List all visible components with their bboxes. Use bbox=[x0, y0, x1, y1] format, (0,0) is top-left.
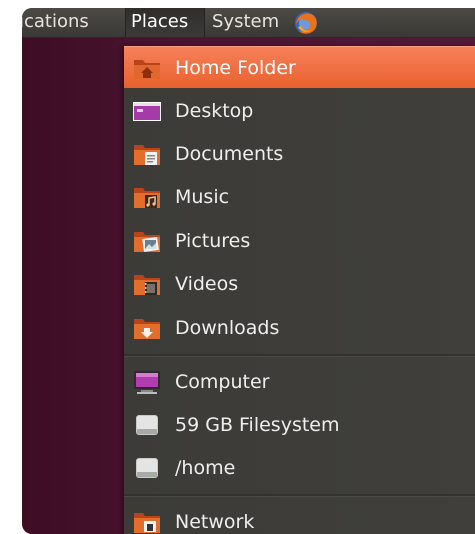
menu-item-pictures[interactable]: Pictures bbox=[124, 220, 475, 262]
menu-item-label: Music bbox=[175, 186, 230, 208]
menu-item-label: Desktop bbox=[175, 100, 254, 122]
menu-item-label: Pictures bbox=[175, 230, 251, 252]
computer-icon bbox=[132, 369, 162, 395]
applications-menu-label: lications bbox=[22, 11, 89, 32]
menu-item-music[interactable]: Music bbox=[124, 176, 475, 218]
menu-item-home-folder[interactable]: Home Folder bbox=[124, 46, 475, 88]
menu-item-documents[interactable]: Documents bbox=[124, 133, 475, 175]
menu-item-label: Downloads bbox=[175, 317, 280, 339]
menu-item-downloads[interactable]: Downloads bbox=[124, 307, 475, 349]
system-menu[interactable]: System bbox=[212, 8, 279, 37]
applications-menu[interactable]: lications bbox=[22, 8, 89, 37]
menu-item-desktop[interactable]: Desktop bbox=[124, 90, 475, 132]
menu-item-computer[interactable]: Computer bbox=[124, 361, 475, 403]
menu-item-59gb-filesystem[interactable]: 59 GB Filesystem bbox=[124, 404, 475, 446]
pictures-folder-icon bbox=[132, 228, 162, 254]
menu-item-label: Network bbox=[175, 511, 255, 533]
menu-item-label: Documents bbox=[175, 143, 284, 165]
drive-icon bbox=[132, 412, 162, 438]
videos-folder-icon bbox=[132, 271, 162, 297]
places-menu[interactable]: Places bbox=[125, 8, 205, 37]
screen-frame: lications Places System bbox=[22, 8, 475, 534]
desktop-icon bbox=[132, 98, 162, 124]
places-dropdown-menu: Home Folder Desktop Documents Music Pict… bbox=[124, 46, 475, 534]
firefox-icon[interactable] bbox=[294, 11, 318, 35]
menu-separator bbox=[124, 354, 475, 357]
downloads-folder-icon bbox=[132, 315, 162, 341]
menu-item-label: Home Folder bbox=[175, 57, 296, 79]
menu-item-home-drive[interactable]: /home bbox=[124, 447, 475, 489]
network-folder-icon bbox=[132, 509, 162, 534]
music-folder-icon bbox=[132, 184, 162, 210]
menu-item-label: 59 GB Filesystem bbox=[175, 414, 340, 436]
top-panel: lications Places System bbox=[22, 8, 475, 38]
menu-item-label: Computer bbox=[175, 371, 270, 393]
system-menu-label: System bbox=[212, 11, 280, 32]
menu-separator bbox=[124, 494, 475, 497]
menu-item-videos[interactable]: Videos bbox=[124, 263, 475, 305]
menu-item-network[interactable]: Network bbox=[124, 501, 475, 534]
drive-icon bbox=[132, 455, 162, 481]
documents-folder-icon bbox=[132, 141, 162, 167]
places-menu-label: Places bbox=[131, 11, 189, 32]
menu-item-label: /home bbox=[175, 457, 236, 479]
menu-item-label: Videos bbox=[175, 273, 239, 295]
home-folder-icon bbox=[132, 55, 162, 81]
